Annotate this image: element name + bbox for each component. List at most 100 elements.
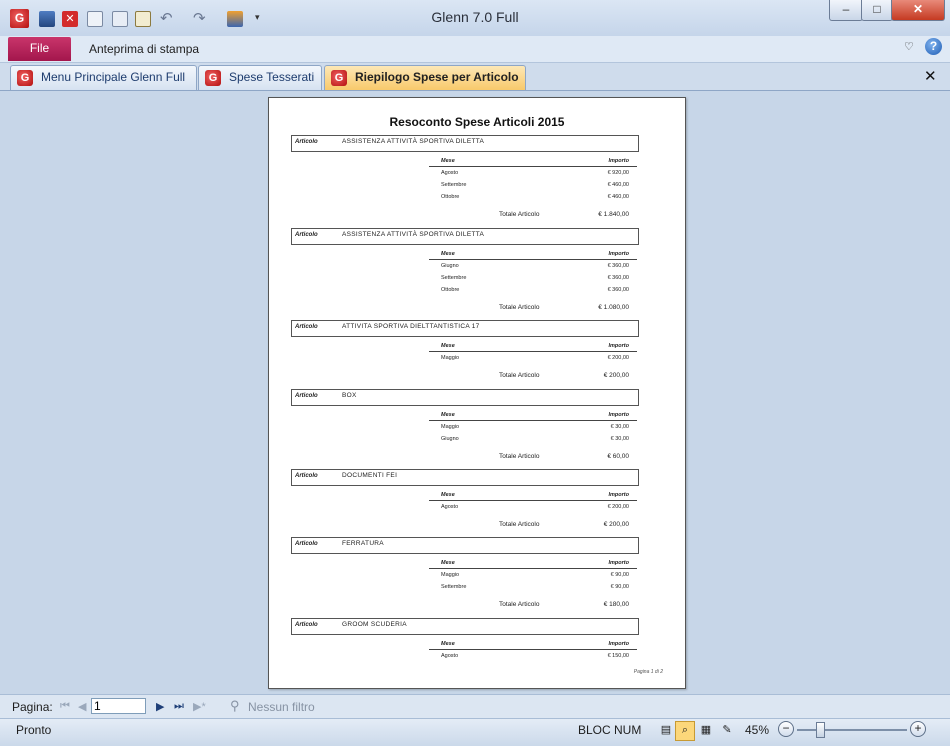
article-header: Articolo ASSISTENZA ATTIVITÀ SPORTIVA DIL…	[291, 135, 639, 152]
amount-cell: € 460,00	[607, 194, 629, 200]
amount-cell: € 920,00	[607, 170, 629, 176]
page-number-input[interactable]	[91, 698, 146, 714]
expense-row: Ottobre € 360,00	[429, 285, 637, 296]
article-label: Articolo	[295, 622, 318, 628]
next-page-icon[interactable]: ▶	[156, 700, 164, 713]
month-cell: Ottobre	[441, 287, 460, 293]
month-cell: Maggio	[441, 424, 460, 430]
expense-row: Settembre € 90,00	[429, 582, 637, 593]
previous-page-icon[interactable]: ◀	[78, 700, 86, 713]
amount-cell: € 460,00	[607, 182, 629, 188]
article-label: Articolo	[295, 473, 318, 479]
new-record-icon: ▶*	[193, 701, 206, 713]
layout-view-icon[interactable]: ▦	[696, 721, 716, 741]
expense-row: Giugno € 360,00	[429, 261, 637, 272]
tab-label: Menu Principale Glenn Full	[41, 70, 186, 84]
tab-riepilogo-spese[interactable]: G Riepilogo Spese per Articolo	[324, 65, 526, 90]
month-header: Mese	[441, 343, 455, 349]
month-header: Mese	[441, 251, 455, 257]
glenn-logo-icon: G	[17, 70, 33, 86]
month-amount-header: Mese Importo	[429, 342, 637, 352]
article-total: Totale Articolo € 200,00	[429, 371, 637, 381]
status-bar	[0, 718, 950, 746]
article-name: FERRATURA	[342, 540, 384, 547]
amount-header: Importo	[608, 158, 629, 164]
expense-row: Maggio € 30,00	[429, 422, 637, 433]
month-header: Mese	[441, 158, 455, 164]
article-name: ASSISTENZA ATTIVITÀ SPORTIVA DILETTA	[342, 231, 485, 238]
maximize-button[interactable]: □	[861, 0, 893, 21]
glenn-logo-icon: G	[331, 70, 347, 86]
window-title: Glenn 7.0 Full	[431, 9, 519, 25]
zoom-out-button[interactable]: −	[778, 721, 794, 737]
month-amount-header: Mese Importo	[429, 157, 637, 167]
month-cell: Maggio	[441, 572, 460, 578]
amount-cell: € 200,00	[607, 355, 629, 361]
help-icon[interactable]: ?	[925, 38, 942, 55]
zoom-in-button[interactable]: +	[910, 721, 926, 737]
tab-menu-principale[interactable]: G Menu Principale Glenn Full	[10, 65, 197, 90]
article-total: Totale Articolo € 1.840,00	[429, 210, 637, 220]
month-cell: Agosto	[441, 170, 459, 176]
amount-header: Importo	[608, 641, 629, 647]
amount-cell: € 360,00	[607, 275, 629, 281]
filter-status[interactable]: Nessun filtro	[248, 700, 315, 714]
amount-header: Importo	[608, 492, 629, 498]
page-footer: Pagina 1 di 2	[633, 669, 663, 675]
design-view-icon[interactable]: ✎	[717, 721, 737, 741]
expense-row: Agosto € 200,00	[429, 502, 637, 513]
filter-icon[interactable]: ⚲	[230, 698, 240, 714]
minimize-ribbon-icon[interactable]: ♡	[904, 40, 914, 53]
article-label: Articolo	[295, 541, 318, 547]
expense-row: Giugno € 30,00	[429, 434, 637, 445]
amount-header: Importo	[608, 251, 629, 257]
zoom-level: 45%	[745, 723, 770, 737]
article-header: Articolo GROOM SCUDERIA	[291, 618, 639, 635]
file-tab[interactable]: File	[8, 37, 71, 61]
article-header: Articolo ATTIVITA SPORTIVA DIELTTANTISTIC…	[291, 320, 639, 337]
month-header: Mese	[441, 492, 455, 498]
amount-cell: € 90,00	[610, 572, 629, 578]
article-name: BOX	[342, 392, 357, 399]
month-amount-header: Mese Importo	[429, 411, 637, 421]
article-name: DOCUMENTI FEI	[342, 472, 398, 479]
num-lock-indicator: BLOC NUM	[578, 723, 642, 737]
month-amount-header: Mese Importo	[429, 640, 637, 650]
amount-cell: € 150,00	[607, 653, 629, 659]
amount-cell: € 360,00	[607, 263, 629, 269]
expense-row: Settembre € 360,00	[429, 273, 637, 284]
month-amount-header: Mese Importo	[429, 559, 637, 569]
report-view-icon[interactable]: ▤	[656, 721, 676, 741]
article-label: Articolo	[295, 324, 318, 330]
glenn-logo-icon: G	[205, 70, 221, 86]
article-header: Articolo DOCUMENTI FEI	[291, 469, 639, 486]
month-cell: Ottobre	[441, 194, 460, 200]
article-header: Articolo FERRATURA	[291, 537, 639, 554]
article-label: Articolo	[295, 139, 318, 145]
amount-header: Importo	[608, 343, 629, 349]
first-page-icon[interactable]: ⏮	[60, 700, 70, 713]
total-label: Totale Articolo	[499, 601, 540, 608]
month-cell: Settembre	[441, 275, 467, 281]
tab-spese-tesserati[interactable]: G Spese Tesserati	[198, 65, 322, 90]
close-window-button[interactable]: ✕	[891, 0, 945, 21]
total-value: € 200,00	[603, 372, 629, 379]
article-name: GROOM SCUDERIA	[342, 621, 407, 628]
month-amount-header: Mese Importo	[429, 491, 637, 501]
tab-label: Spese Tesserati	[229, 70, 315, 84]
total-label: Totale Articolo	[499, 304, 540, 311]
article-total: Totale Articolo € 60,00	[429, 452, 637, 462]
month-cell: Maggio	[441, 355, 460, 361]
close-tab-icon[interactable]: ✕	[924, 67, 937, 85]
last-page-icon[interactable]: ⏭	[174, 700, 184, 713]
page-label: Pagina:	[12, 700, 53, 714]
month-amount-header: Mese Importo	[429, 250, 637, 260]
ribbon-tab-print-preview[interactable]: Anteprima di stampa	[89, 42, 199, 56]
zoom-slider-track[interactable]	[797, 729, 907, 731]
month-cell: Giugno	[441, 263, 459, 269]
print-preview-view-icon[interactable]: ⌕	[675, 721, 695, 741]
zoom-slider-thumb[interactable]	[816, 722, 825, 738]
total-value: € 1.840,00	[598, 211, 629, 218]
minimize-button[interactable]: –	[829, 0, 863, 21]
article-name: ASSISTENZA ATTIVITÀ SPORTIVA DILETTA	[342, 138, 485, 145]
